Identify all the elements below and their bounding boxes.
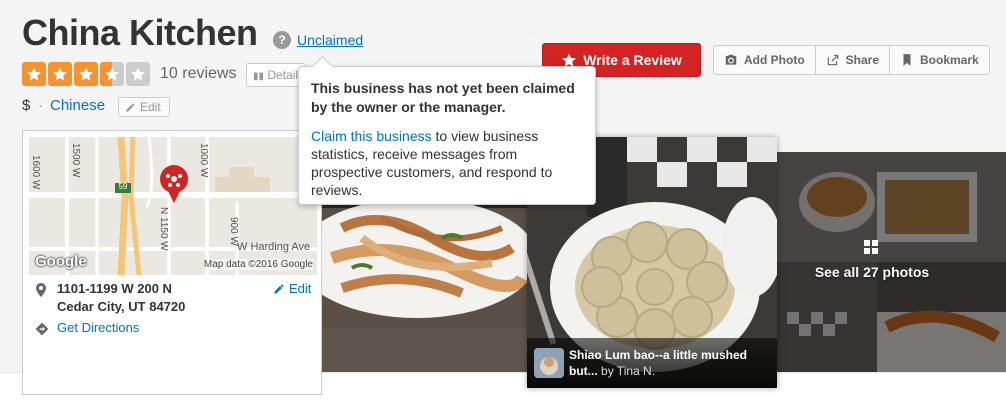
add-photo-label: Add Photo	[744, 53, 805, 67]
star-rating	[22, 62, 150, 86]
details-button[interactable]: ▮▮ Details	[246, 63, 306, 87]
review-count[interactable]: 10 reviews	[160, 65, 236, 83]
photo-caption: Shiao Lum bao--a little mushed but... by…	[527, 338, 777, 388]
directions-icon	[35, 322, 49, 336]
pencil-icon	[274, 284, 284, 293]
share-label: Share	[845, 53, 880, 67]
unclaimed-tooltip: This business has not yet been claimed b…	[298, 66, 596, 205]
map-label-1150w: N 1150 W	[158, 207, 169, 251]
see-all-photos-tile[interactable]: See all 27 photos	[777, 152, 1006, 372]
map-box: 1600 W 1500 W 1000 W N 1150 W 900 W W Ha…	[22, 130, 322, 395]
map-marker-icon	[36, 283, 46, 297]
map-label-harding: W Harding Ave	[237, 241, 311, 253]
camera-icon	[725, 54, 737, 65]
star-icon	[74, 62, 98, 86]
see-all-photos-label: See all 27 photos	[814, 264, 930, 280]
google-logo: Google	[35, 253, 87, 270]
edit-label: Edit	[140, 100, 161, 114]
bar-chart-icon: ▮▮	[253, 71, 265, 82]
address-edit-label: Edit	[289, 281, 312, 296]
bookmark-button[interactable]: Bookmark	[890, 46, 989, 74]
share-icon	[827, 54, 838, 66]
star-icon	[48, 62, 72, 86]
business-name: China Kitchen	[22, 12, 258, 53]
map[interactable]: 1600 W 1500 W 1000 W N 1150 W 900 W W Ha…	[29, 137, 317, 275]
star-empty-icon	[126, 62, 150, 86]
address-street: 1101-1199 W 200 N	[57, 281, 172, 296]
map-label-1600w: 1600 W	[30, 155, 41, 190]
star-half-icon	[100, 62, 124, 86]
caption-author: by Tina N.	[601, 364, 656, 378]
map-label-1000w: 1000 W	[198, 143, 209, 178]
write-review-label: Write a Review	[583, 52, 682, 68]
avatar[interactable]	[534, 348, 564, 378]
claim-business-link[interactable]: Claim this business	[311, 128, 432, 144]
bookmark-label: Bookmark	[920, 53, 979, 67]
address-edit-link[interactable]: Edit	[273, 281, 311, 296]
caption-text[interactable]: Shiao Lum bao--a little mushed but... by…	[569, 347, 769, 379]
unclaimed-link[interactable]: Unclaimed	[297, 32, 363, 48]
see-all-photos-image	[777, 152, 1006, 372]
category-link[interactable]: Chinese	[50, 97, 105, 114]
get-directions-link[interactable]: Get Directions	[57, 320, 139, 335]
tooltip-body: Claim this business to view business sta…	[311, 127, 583, 199]
caption-title: Shiao Lum bao--a little mushed but...	[569, 348, 748, 378]
grid-icon	[864, 240, 878, 254]
map-label-1500w: 1500 W	[70, 143, 81, 178]
bookmark-icon	[903, 54, 911, 66]
pencil-icon	[126, 102, 135, 112]
tooltip-heading: This business has not yet been claimed b…	[311, 80, 575, 115]
map-credit: Map data ©2016 Google	[203, 259, 313, 270]
share-button[interactable]: Share	[816, 46, 891, 74]
separator-dot: ·	[38, 97, 43, 114]
map-label-hwy: 59	[118, 182, 128, 191]
price-range: $	[22, 97, 31, 114]
address-city: Cedar City, UT 84720	[57, 299, 186, 314]
category-edit-button[interactable]: Edit	[118, 97, 170, 117]
action-button-group: Add Photo Share Bookmark	[713, 45, 990, 75]
add-photo-button[interactable]: Add Photo	[714, 46, 816, 74]
star-icon	[22, 62, 46, 86]
help-icon[interactable]: ?	[273, 31, 291, 49]
